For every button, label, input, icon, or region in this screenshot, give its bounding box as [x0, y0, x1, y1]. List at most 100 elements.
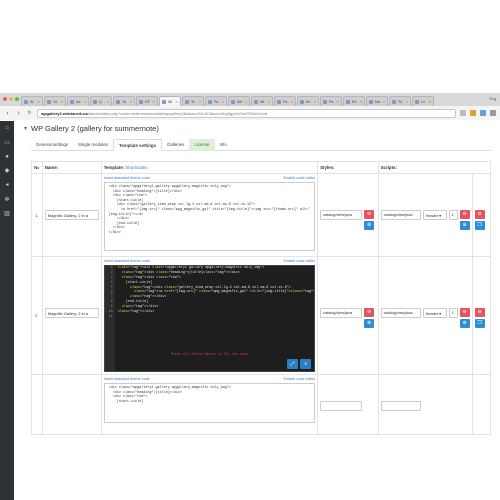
- browser-tab[interactable]: Wi ×: [251, 96, 273, 106]
- close-tab-icon[interactable]: ×: [337, 100, 339, 104]
- browser-tab[interactable]: Lo ×: [412, 96, 434, 106]
- template-header-label: Template:: [103, 165, 125, 170]
- menu-icon[interactable]: [490, 110, 496, 116]
- close-tab-icon[interactable]: ×: [429, 100, 431, 104]
- browser-tab[interactable]: Yo ×: [44, 96, 66, 106]
- close-tab-icon[interactable]: ×: [222, 100, 224, 104]
- delete-row-button[interactable]: ⊖: [474, 210, 485, 219]
- enable-code-editor-link[interactable]: Enable code editor: [283, 377, 315, 383]
- browser-tab[interactable]: W ×: [21, 96, 43, 106]
- close-tab-icon[interactable]: ×: [314, 100, 316, 104]
- close-tab-icon[interactable]: ×: [360, 100, 362, 104]
- tab-template-settings[interactable]: Template settings: [113, 139, 163, 151]
- tag-icon[interactable]: ◆: [4, 168, 10, 174]
- minimize-window-button[interactable]: [9, 97, 13, 101]
- close-tab-icon[interactable]: ×: [176, 100, 178, 104]
- tab-license[interactable]: License: [189, 139, 215, 151]
- style-path-input[interactable]: catalog/view/java: [320, 210, 363, 220]
- name-cell: Magnific Gallery, 2 in a: [41, 173, 102, 257]
- template-code-textarea[interactable]: <div class="wpgallery2-gallery wpgallery…: [103, 383, 316, 423]
- gear-icon[interactable]: ✻: [4, 197, 10, 203]
- column-header-styles: Styles:: [317, 161, 379, 174]
- browser-tab-label: En: [306, 99, 311, 104]
- close-tab-icon[interactable]: ×: [84, 100, 86, 104]
- close-tab-icon[interactable]: ×: [107, 100, 109, 104]
- script-position-select[interactable]: Header ▾: [422, 210, 447, 220]
- add-script-button[interactable]: ⊕: [459, 319, 470, 328]
- share-icon[interactable]: ◂: [4, 182, 10, 188]
- chart-icon[interactable]: ▥: [4, 211, 10, 217]
- browser-tab[interactable]: En ×: [297, 96, 319, 106]
- user-icon[interactable]: ●: [4, 154, 10, 160]
- admin-sidebar: ⌂ ▭ ● ◆ ◂ ✻ ▥: [0, 121, 14, 500]
- close-tab-icon[interactable]: ×: [383, 100, 385, 104]
- script-path-input[interactable]: catalog/view/java: [380, 210, 421, 220]
- monitor-icon[interactable]: ▭: [4, 140, 10, 146]
- browser-tab[interactable]: Pa ×: [320, 96, 342, 106]
- tab-single-modules[interactable]: Single modules: [73, 139, 113, 151]
- delete-row-button[interactable]: ⊖: [474, 308, 485, 317]
- close-tab-icon[interactable]: ×: [268, 100, 270, 104]
- style-path-input[interactable]: catalog/view/java: [320, 308, 363, 318]
- add-style-button[interactable]: ⊕: [364, 319, 375, 328]
- close-tab-icon[interactable]: ×: [153, 100, 155, 104]
- shortcodes-link[interactable]: Shortcodes: [125, 165, 147, 170]
- browser-tab[interactable]: Ц ×: [90, 96, 112, 106]
- script-path-input[interactable]: [380, 401, 421, 411]
- close-tab-icon[interactable]: ×: [199, 100, 201, 104]
- back-icon[interactable]: ‹: [4, 110, 11, 117]
- browser-tab[interactable]: Re ×: [343, 96, 365, 106]
- browser-tab[interactable]: Te ×: [182, 96, 204, 106]
- browser-tab[interactable]: Wi ×: [159, 96, 181, 106]
- tab-general-settings[interactable]: General settings: [31, 139, 73, 151]
- fullscreen-icon[interactable]: ⤢: [287, 359, 299, 369]
- script-order-input[interactable]: 1: [448, 210, 458, 220]
- script-position-select[interactable]: Header ▾: [422, 308, 447, 318]
- browser-tab[interactable]: Ka ×: [67, 96, 89, 106]
- script-path-input[interactable]: catalog/view/java: [380, 308, 421, 318]
- script-order-input[interactable]: 1: [448, 308, 458, 318]
- close-tab-icon[interactable]: ×: [38, 100, 40, 104]
- browser-tab[interactable]: Та ×: [113, 96, 135, 106]
- browser-tab[interactable]: Th ×: [389, 96, 411, 106]
- code-editor[interactable]: 1 2 3 4 5 6 7 8 9 10 11 class="tag"><div…: [103, 265, 316, 372]
- tab-info[interactable]: Info: [215, 139, 232, 151]
- close-tab-icon[interactable]: ×: [130, 100, 132, 104]
- add-style-button[interactable]: ⊕: [364, 221, 375, 230]
- close-tab-icon[interactable]: ×: [406, 100, 408, 104]
- browser-tab[interactable]: Pa ×: [205, 96, 227, 106]
- forward-icon[interactable]: ›: [15, 110, 22, 117]
- remove-style-button[interactable]: ⊖: [364, 308, 375, 317]
- copy-row-button[interactable]: ❐: [474, 319, 485, 328]
- name-input[interactable]: Magnific Gallery, 2 in a: [44, 308, 99, 318]
- browser-tab[interactable]: Ma ×: [366, 96, 388, 106]
- close-tab-icon[interactable]: ×: [61, 100, 63, 104]
- template-code-textarea[interactable]: <div class="wpgallery2-gallery wpgallery…: [103, 182, 316, 251]
- browser-tab[interactable]: Pa ×: [274, 96, 296, 106]
- bookmark-star-icon[interactable]: [460, 110, 466, 116]
- extension-icon[interactable]: [470, 110, 476, 116]
- enable-code-editor-link[interactable]: Enable code editor: [283, 176, 315, 182]
- insert-theme-code-link[interactable]: Insert standard theme code: [104, 176, 150, 182]
- close-window-button[interactable]: [3, 97, 7, 101]
- browser-tab[interactable]: HT ×: [136, 96, 158, 106]
- tab-galleries[interactable]: Galleries: [162, 139, 189, 151]
- remove-script-button[interactable]: ⊖: [459, 308, 470, 317]
- add-script-button[interactable]: ⊕: [459, 221, 470, 230]
- extension-icon[interactable]: [480, 110, 486, 116]
- close-tab-icon[interactable]: ×: [245, 100, 247, 104]
- remove-style-button[interactable]: ⊖: [364, 210, 375, 219]
- browser-tab[interactable]: We ×: [228, 96, 250, 106]
- close-tab-icon[interactable]: ×: [291, 100, 293, 104]
- home-icon[interactable]: ⌂: [4, 125, 10, 131]
- zoom-window-button[interactable]: [15, 97, 19, 101]
- address-bar[interactable]: wpgallery2.webka.mk.ua /admin/index.php?…: [37, 108, 456, 118]
- remove-script-button[interactable]: ⊖: [459, 210, 470, 219]
- copy-row-button[interactable]: ❐: [474, 221, 485, 230]
- reload-icon[interactable]: ↻: [26, 110, 33, 116]
- style-path-input[interactable]: [320, 401, 363, 411]
- close-editor-icon[interactable]: ✕: [300, 359, 312, 369]
- browser-user-label[interactable]: Org: [489, 96, 496, 101]
- insert-theme-code-link[interactable]: Insert standard theme code: [104, 377, 150, 383]
- name-input[interactable]: Magnific Gallery, 2 in a: [44, 210, 99, 220]
